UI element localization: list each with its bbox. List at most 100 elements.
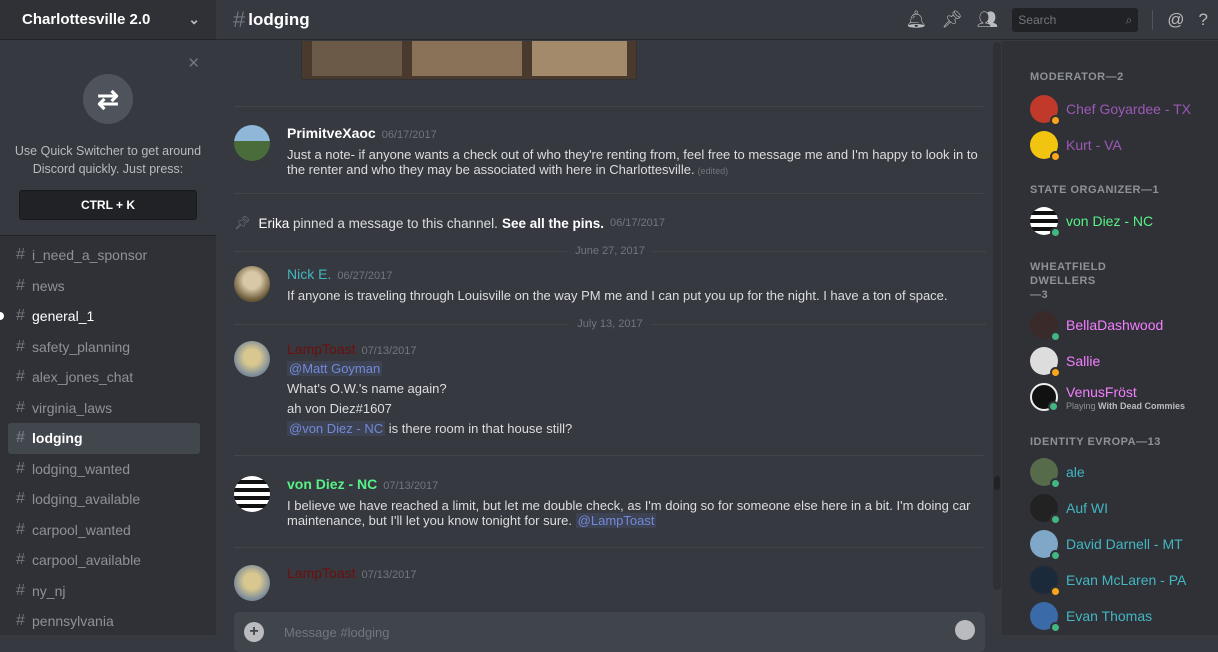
toolbar-divider (1152, 10, 1154, 30)
member-name: Auf WI (1066, 500, 1109, 516)
channel-sidebar: Charlottesville 2.0 ⌄ ✕ ⇄ Use Quick Swit… (0, 0, 216, 635)
member-name: Chef Goyardee - TX (1066, 101, 1192, 117)
plus-icon[interactable]: + (244, 622, 264, 642)
emoji-icon[interactable] (955, 620, 975, 640)
avatar (1030, 458, 1061, 489)
chevron-down-icon[interactable]: ⌄ (188, 11, 200, 28)
hash-icon: # (16, 429, 25, 447)
server-name: Charlottesville 2.0 (22, 11, 151, 28)
member-activity: Playing With Dead Commies (1066, 401, 1185, 411)
message-content: Just a note- if anyone wants a check out… (287, 147, 978, 177)
message-author[interactable]: LampToast (287, 341, 355, 357)
quick-switcher-shortcut[interactable]: CTRL + K (19, 190, 197, 220)
member-name: Evan Thomas (1066, 608, 1153, 624)
pin-icon[interactable]: 📌︎ (941, 10, 963, 30)
scrollbar[interactable] (993, 42, 1001, 590)
channel-item[interactable]: # ny_nj (8, 576, 200, 607)
user-mention[interactable]: @LampToast (575, 513, 657, 528)
search-input[interactable]: Search ⌕ (1012, 8, 1139, 32)
message-author[interactable]: von Diez - NC (287, 476, 377, 492)
help-icon[interactable]: ? (1199, 10, 1208, 30)
hash-icon: # (16, 581, 25, 599)
role-header: IDENTITY EVROPA—13 (1030, 436, 1161, 448)
bell-icon[interactable]: 🔔︎ (905, 10, 927, 30)
channel-label: news (32, 277, 65, 294)
message-divider (234, 547, 984, 548)
avatar[interactable] (234, 266, 270, 302)
member-item[interactable]: Kurt - VA (1002, 127, 1218, 163)
channel-label: carpool_wanted (32, 521, 131, 538)
scrollbar-thumb[interactable] (994, 476, 1000, 490)
member-item[interactable]: Sallie (1002, 343, 1218, 379)
message-input[interactable] (284, 624, 924, 640)
message-author[interactable]: PrimitveXaoc (287, 125, 376, 141)
avatar (1030, 566, 1061, 597)
quick-switcher-tip: ✕ ⇄ Use Quick Switcher to get around Dis… (0, 40, 216, 236)
member-name: VenusFröst (1066, 383, 1137, 400)
channel-item[interactable]: # general_1 (0, 301, 200, 332)
mention-icon[interactable]: @ (1167, 10, 1184, 30)
member-item[interactable]: von Diez - NC (1002, 203, 1218, 239)
avatar (1030, 383, 1059, 412)
avatar[interactable] (234, 125, 270, 161)
channel-item[interactable]: # lodging_wanted (8, 454, 200, 485)
system-user[interactable]: Erika (259, 216, 290, 231)
channel-label: general_1 (32, 308, 95, 325)
channel-label: ny_nj (32, 582, 66, 599)
channel-item[interactable]: # pennsylvania (8, 606, 200, 635)
message-content: is there room in that house still? (388, 421, 573, 436)
channel-item[interactable]: # virginia_laws (8, 393, 200, 424)
status-indicator (1050, 227, 1061, 238)
channel-label: i_need_a_sponsor (32, 247, 148, 264)
role-header: MODERATOR—2 (1030, 71, 1124, 83)
quick-switcher-text: Use Quick Switcher to get around Discord… (14, 144, 202, 176)
unread-indicator (0, 312, 4, 321)
message-author[interactable]: LampToast (287, 565, 355, 581)
channel-item-active[interactable]: # lodging (8, 423, 200, 454)
message: Nick E. 06/27/2017 If anyone is traveling… (234, 266, 986, 303)
member-item[interactable]: ale (1002, 454, 1218, 490)
channel-item[interactable]: # carpool_available (8, 545, 200, 576)
message-composer: + (234, 612, 985, 652)
message-image-attachment[interactable] (301, 41, 637, 80)
hash-icon: # (16, 307, 25, 325)
member-item[interactable]: David Darnell - MT (1002, 526, 1218, 562)
channel-item[interactable]: # news (8, 271, 200, 302)
channel-item[interactable]: # alex_jones_chat (8, 362, 200, 393)
message-text: I believe we have reached a limit, but l… (287, 498, 986, 528)
see-pins-link[interactable]: See all the pins. (502, 216, 604, 231)
member-name: Sallie (1066, 353, 1101, 369)
message-divider (234, 193, 984, 194)
channel-item[interactable]: # i_need_a_sponsor (8, 240, 200, 271)
close-icon[interactable]: ✕ (187, 54, 200, 72)
hash-icon: # (16, 368, 25, 386)
status-indicator (1050, 151, 1061, 162)
role-header: STATE ORGANIZER—1 (1030, 184, 1160, 196)
avatar[interactable] (234, 565, 270, 601)
avatar[interactable] (234, 341, 270, 377)
status-indicator (1050, 514, 1061, 525)
member-item[interactable]: Chef Goyardee - TX (1002, 91, 1218, 127)
member-item[interactable]: Auf WI (1002, 490, 1218, 526)
hash-icon: # (16, 337, 25, 355)
hash-icon: # (16, 520, 25, 538)
channel-item[interactable]: # carpool_wanted (8, 515, 200, 546)
user-mention[interactable]: @von Diez - NC (287, 421, 386, 436)
member-item[interactable]: BellaDashwood (1002, 307, 1218, 343)
member-item[interactable]: VenusFröst Playing With Dead Commies (1002, 379, 1218, 415)
server-header[interactable]: Charlottesville 2.0 ⌄ (0, 0, 216, 40)
date-label: June 27, 2017 (575, 245, 645, 257)
members-icon[interactable]: 👥︎ (977, 10, 999, 30)
hash-icon: # (16, 551, 25, 569)
channel-item[interactable]: # safety_planning (8, 332, 200, 363)
avatar[interactable] (234, 476, 270, 512)
message-author[interactable]: Nick E. (287, 266, 331, 282)
message-text: ah von Diez#1607 (287, 401, 392, 416)
status-indicator (1050, 115, 1061, 126)
channel-item[interactable]: # lodging_available (8, 484, 200, 515)
system-timestamp: 06/17/2017 (609, 217, 666, 229)
hash-icon: # (16, 612, 25, 630)
member-item[interactable]: Evan McLaren - PA (1002, 562, 1218, 598)
user-mention[interactable]: @Matt Goyman (287, 361, 383, 376)
member-item[interactable]: Evan Thomas (1002, 598, 1218, 634)
